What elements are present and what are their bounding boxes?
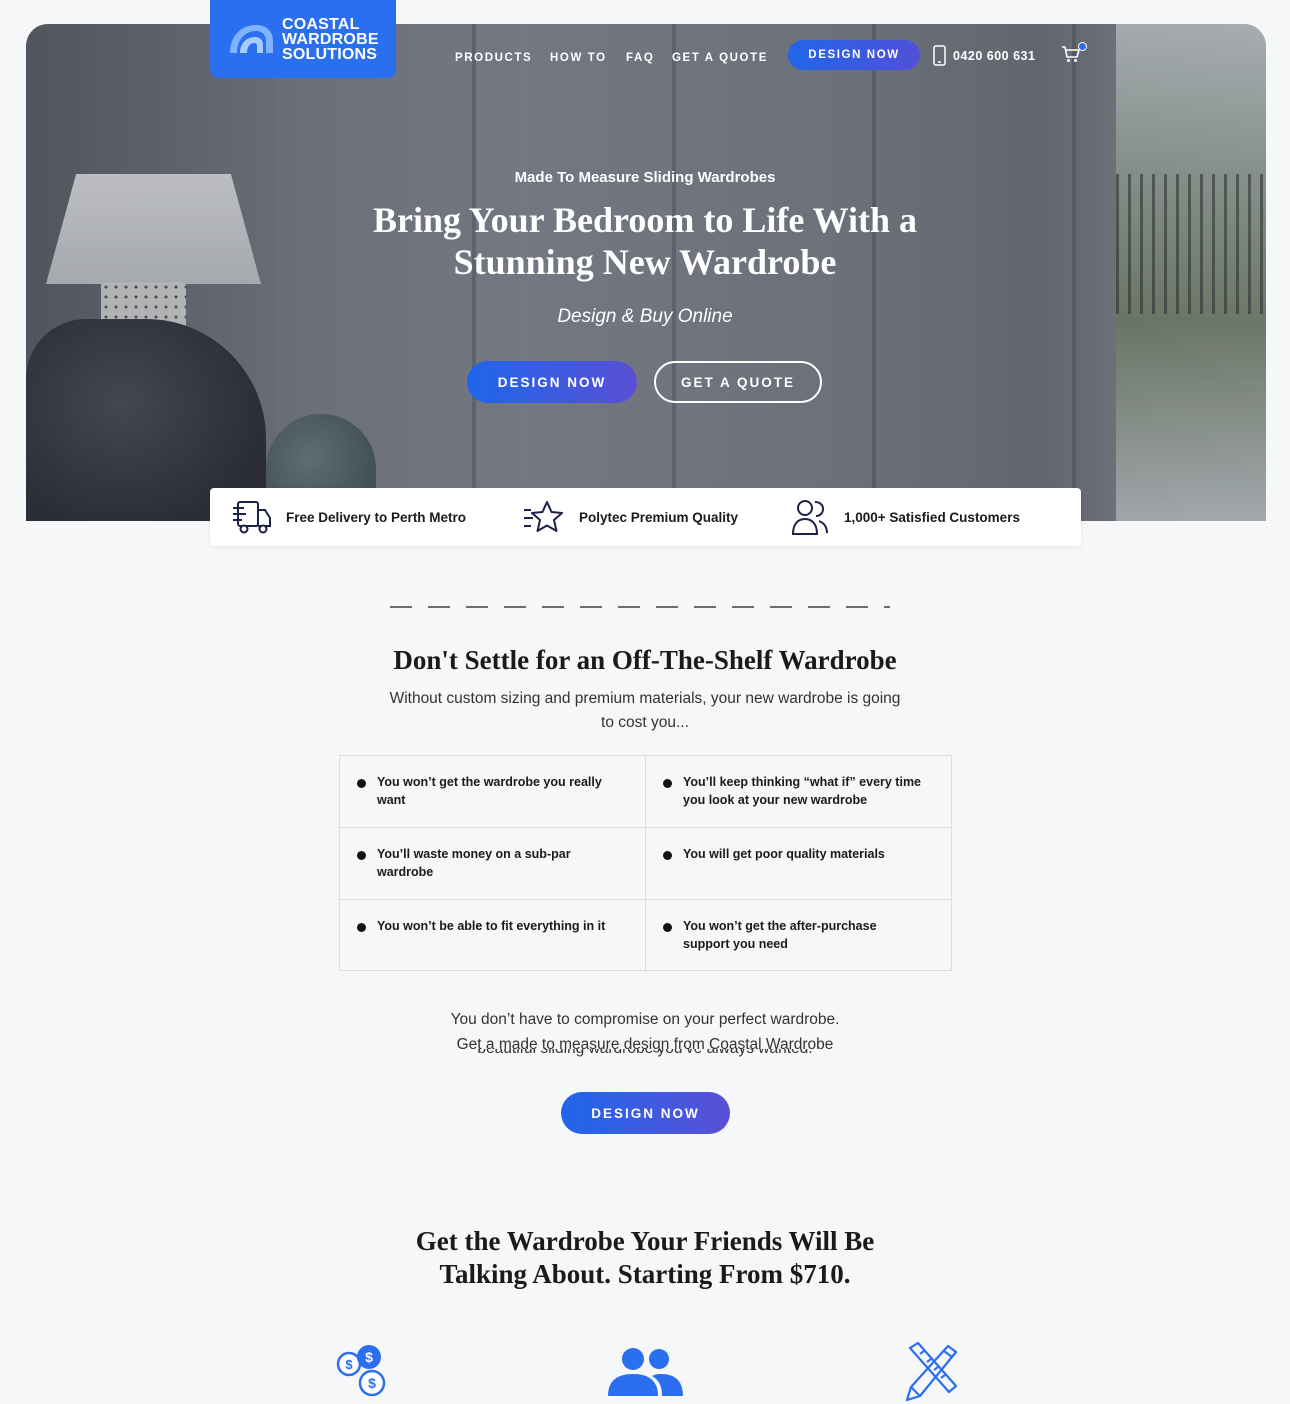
closing-line-1: You don’t have to compromise on your per… — [450, 1011, 840, 1028]
cart-button[interactable] — [1061, 42, 1087, 68]
problem-text: You won’t get the after-purchase support… — [683, 919, 877, 951]
problem-item: You won’t get the after-purchase support… — [646, 900, 952, 972]
logo-line-1: COASTAL — [282, 15, 360, 33]
nav-get-a-quote[interactable]: GET A QUOTE — [672, 52, 768, 64]
logo-line-3: SOLUTIONS — [282, 45, 378, 63]
hero-eyebrow: Made To Measure Sliding Wardrobes — [514, 169, 776, 186]
problems-title: Don't Settle for an Off-The-Shelf Wardro… — [393, 645, 897, 675]
problem-item: You’ll waste money on a sub-par wardrobe — [340, 828, 646, 900]
closing-line-3: beautiful sliding wardrobe you’ve always… — [0, 1049, 1290, 1059]
problem-text: You’ll keep thinking “what if” every tim… — [683, 775, 922, 807]
svg-text:$: $ — [345, 1357, 353, 1372]
pencil-ruler-icon — [905, 1341, 958, 1402]
pricing-title: Get the Wardrobe Your Friends Will Be Ta… — [415, 1226, 875, 1289]
closing-line-3-text: beautiful sliding wardrobe you’ve always… — [477, 1049, 812, 1057]
svg-text:$: $ — [365, 1349, 373, 1365]
cart-badge — [1078, 42, 1087, 51]
phone-number: 0420 600 631 — [953, 48, 1036, 63]
bullet-icon — [663, 923, 672, 932]
logo-line-2: WARDROBE — [282, 30, 379, 48]
hero-title: Bring Your Bedroom to Life With a Stunni… — [372, 200, 918, 282]
star-icon — [524, 501, 563, 532]
feature-quality-label: Polytec Premium Quality — [579, 509, 739, 525]
problems-grid: You won’t get the wardrobe you really wa… — [339, 755, 952, 972]
phone-icon — [933, 45, 946, 66]
bullet-icon — [663, 779, 672, 788]
nav-design-now-button[interactable]: DESIGN NOW — [788, 40, 920, 70]
problem-item: You won’t get the wardrobe you really wa… — [340, 756, 646, 828]
feature-quality: Polytec Premium Quality — [523, 488, 738, 546]
dollar-coins-icon: $ $ $ — [336, 1345, 386, 1397]
people-icon — [608, 1348, 683, 1396]
nav-products[interactable]: PRODUCTS — [455, 52, 532, 64]
bullet-icon — [357, 851, 366, 860]
problem-item: You’ll keep thinking “what if” every tim… — [646, 756, 952, 828]
site-logo[interactable]: COASTAL WARDROBE SOLUTIONS — [210, 0, 396, 78]
svg-text:$: $ — [368, 1375, 376, 1391]
feature-customers-label: 1,000+ Satisfied Customers — [844, 509, 1020, 525]
bullet-icon — [663, 851, 672, 860]
problem-text: You’ll waste money on a sub-par wardrobe — [377, 847, 571, 879]
feature-customers: 1,000+ Satisfied Customers — [790, 488, 1020, 546]
feature-delivery: Free Delivery to Perth Metro — [232, 488, 466, 546]
bullet-icon — [357, 923, 366, 932]
bullet-icon — [357, 779, 366, 788]
problem-text: You won’t get the wardrobe you really wa… — [377, 775, 602, 807]
phone-link[interactable]: 0420 600 631 — [933, 45, 1035, 66]
ghost-text-artifact — [390, 603, 890, 609]
delivery-truck-icon — [233, 501, 271, 534]
wave-logo-icon — [230, 25, 273, 53]
problem-item: You will get poor quality materials — [646, 828, 952, 900]
problem-text: You won’t be able to fit everything in i… — [377, 919, 606, 933]
nav-faq[interactable]: FAQ — [626, 52, 654, 64]
features-bar: Free Delivery to Perth Metro Polytec Pre… — [210, 488, 1081, 546]
problem-text: You will get poor quality materials — [683, 847, 885, 861]
hero-subtitle: Design & Buy Online — [557, 306, 733, 327]
problem-item: You won’t be able to fit everything in i… — [340, 900, 646, 972]
problems-design-now-button[interactable]: DESIGN NOW — [561, 1092, 730, 1134]
nav-how-to[interactable]: HOW TO — [550, 52, 607, 64]
hero-design-now-button[interactable]: DESIGN NOW — [467, 361, 637, 403]
problems-subtitle: Without custom sizing and premium materi… — [389, 690, 901, 731]
feature-delivery-label: Free Delivery to Perth Metro — [286, 509, 467, 525]
logo-wordmark: COASTAL WARDROBE SOLUTIONS — [282, 15, 379, 63]
hero-get-quote-button[interactable]: GET A QUOTE — [654, 361, 822, 403]
customers-icon — [791, 500, 828, 535]
